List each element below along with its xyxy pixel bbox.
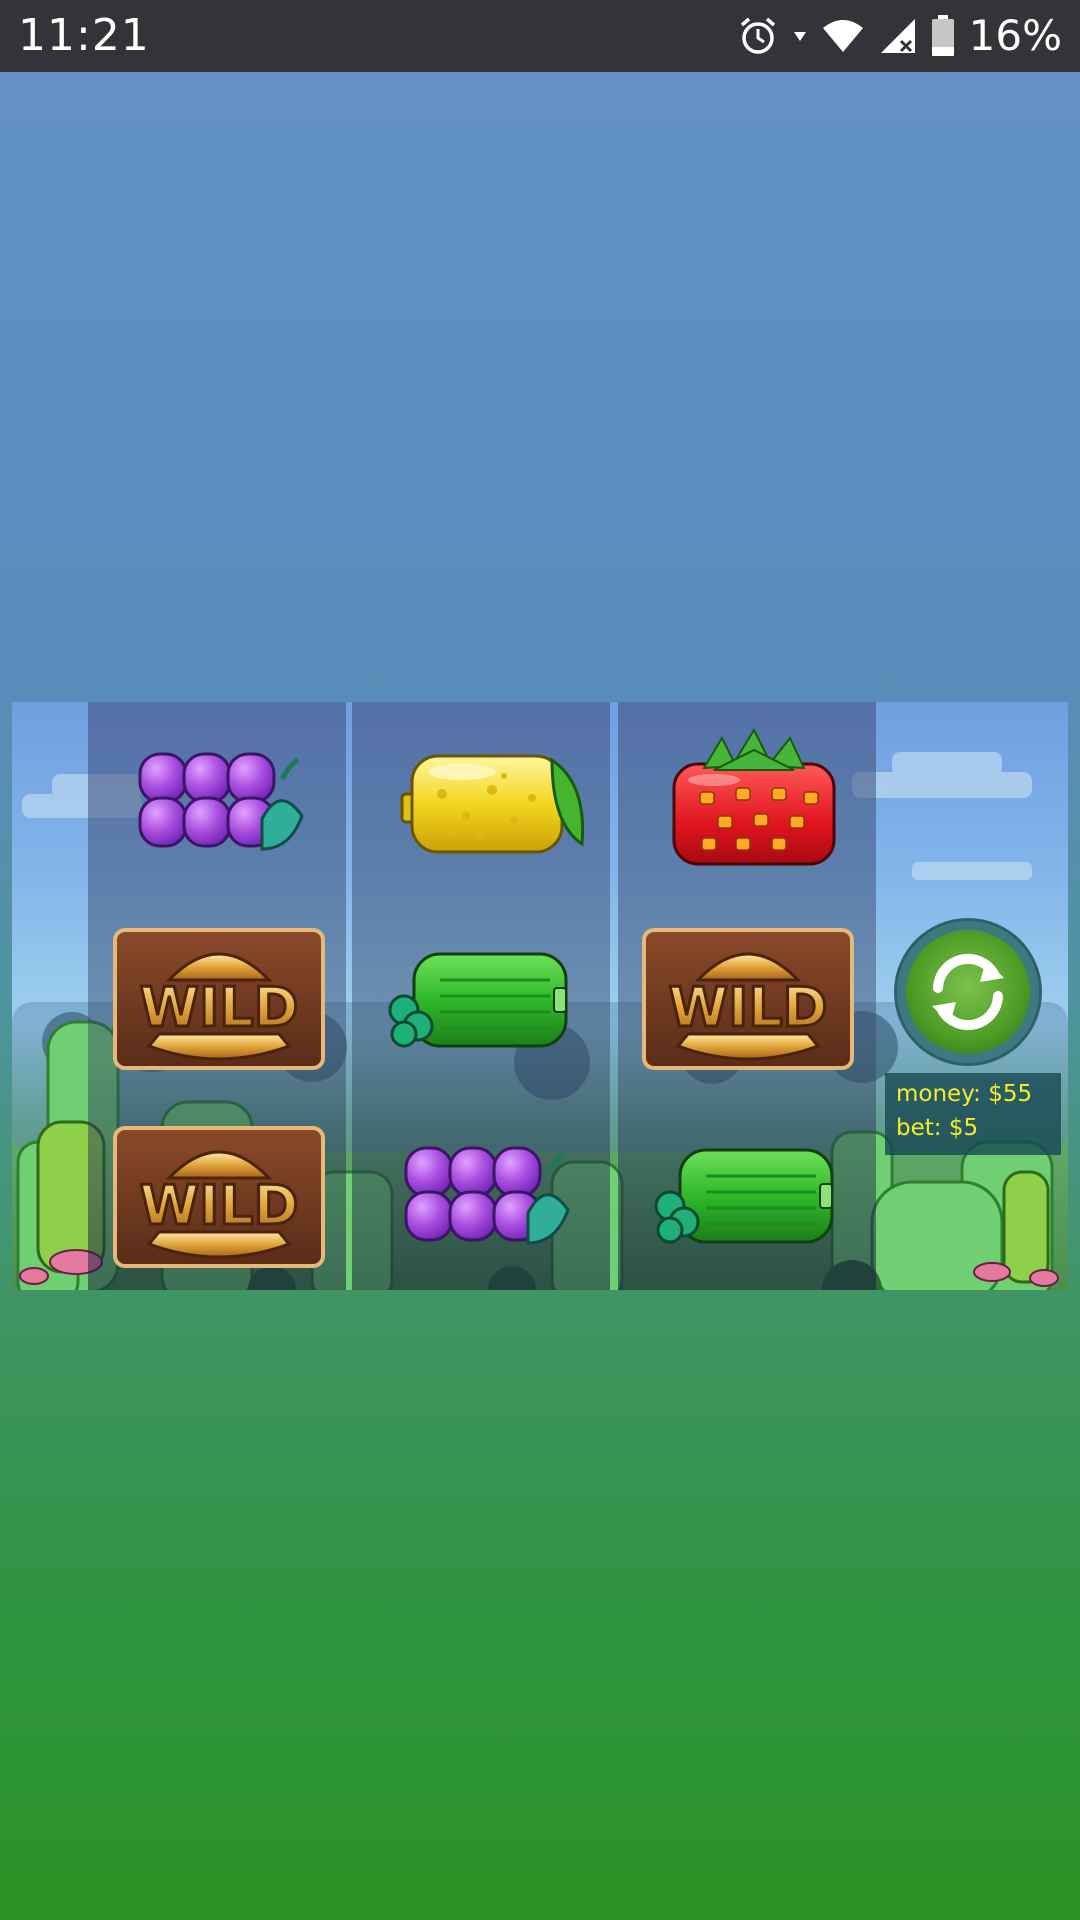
alarm-icon: [737, 15, 779, 57]
status-time: 11:21: [18, 10, 150, 61]
wifi-icon: [821, 18, 865, 54]
wild-symbol: WILD: [109, 1122, 329, 1272]
wild-label: WILD: [140, 976, 299, 1039]
signal-icon: [879, 17, 917, 55]
grape-symbol: [112, 724, 332, 874]
lemon-symbol: [382, 724, 602, 874]
spin-button[interactable]: [906, 930, 1030, 1054]
wild-symbol: WILD: [109, 924, 329, 1074]
wild-label: WILD: [669, 976, 828, 1039]
slot-game: WILD WILD WILD money: $55 bet: $5: [12, 702, 1068, 1290]
bet-text: bet: $5: [896, 1115, 979, 1141]
wild-symbol: WILD: [638, 924, 858, 1074]
grape-symbol: [378, 1118, 598, 1268]
battery-icon: [931, 15, 955, 57]
cucumber-symbol: [374, 918, 594, 1068]
wild-label: WILD: [140, 1174, 299, 1237]
money-text: money: $55: [896, 1081, 1033, 1107]
cucumber-symbol: [640, 1114, 860, 1264]
info-panel: money: $55 bet: $5: [885, 1073, 1061, 1155]
battery-percent: 16%: [968, 11, 1062, 60]
strawberry-symbol: [644, 724, 864, 874]
status-bar: 11:21 16%: [0, 0, 1080, 72]
dropdown-arrow-icon: [793, 30, 807, 42]
refresh-icon: [932, 953, 1004, 1031]
status-icons: 16%: [737, 10, 1062, 62]
